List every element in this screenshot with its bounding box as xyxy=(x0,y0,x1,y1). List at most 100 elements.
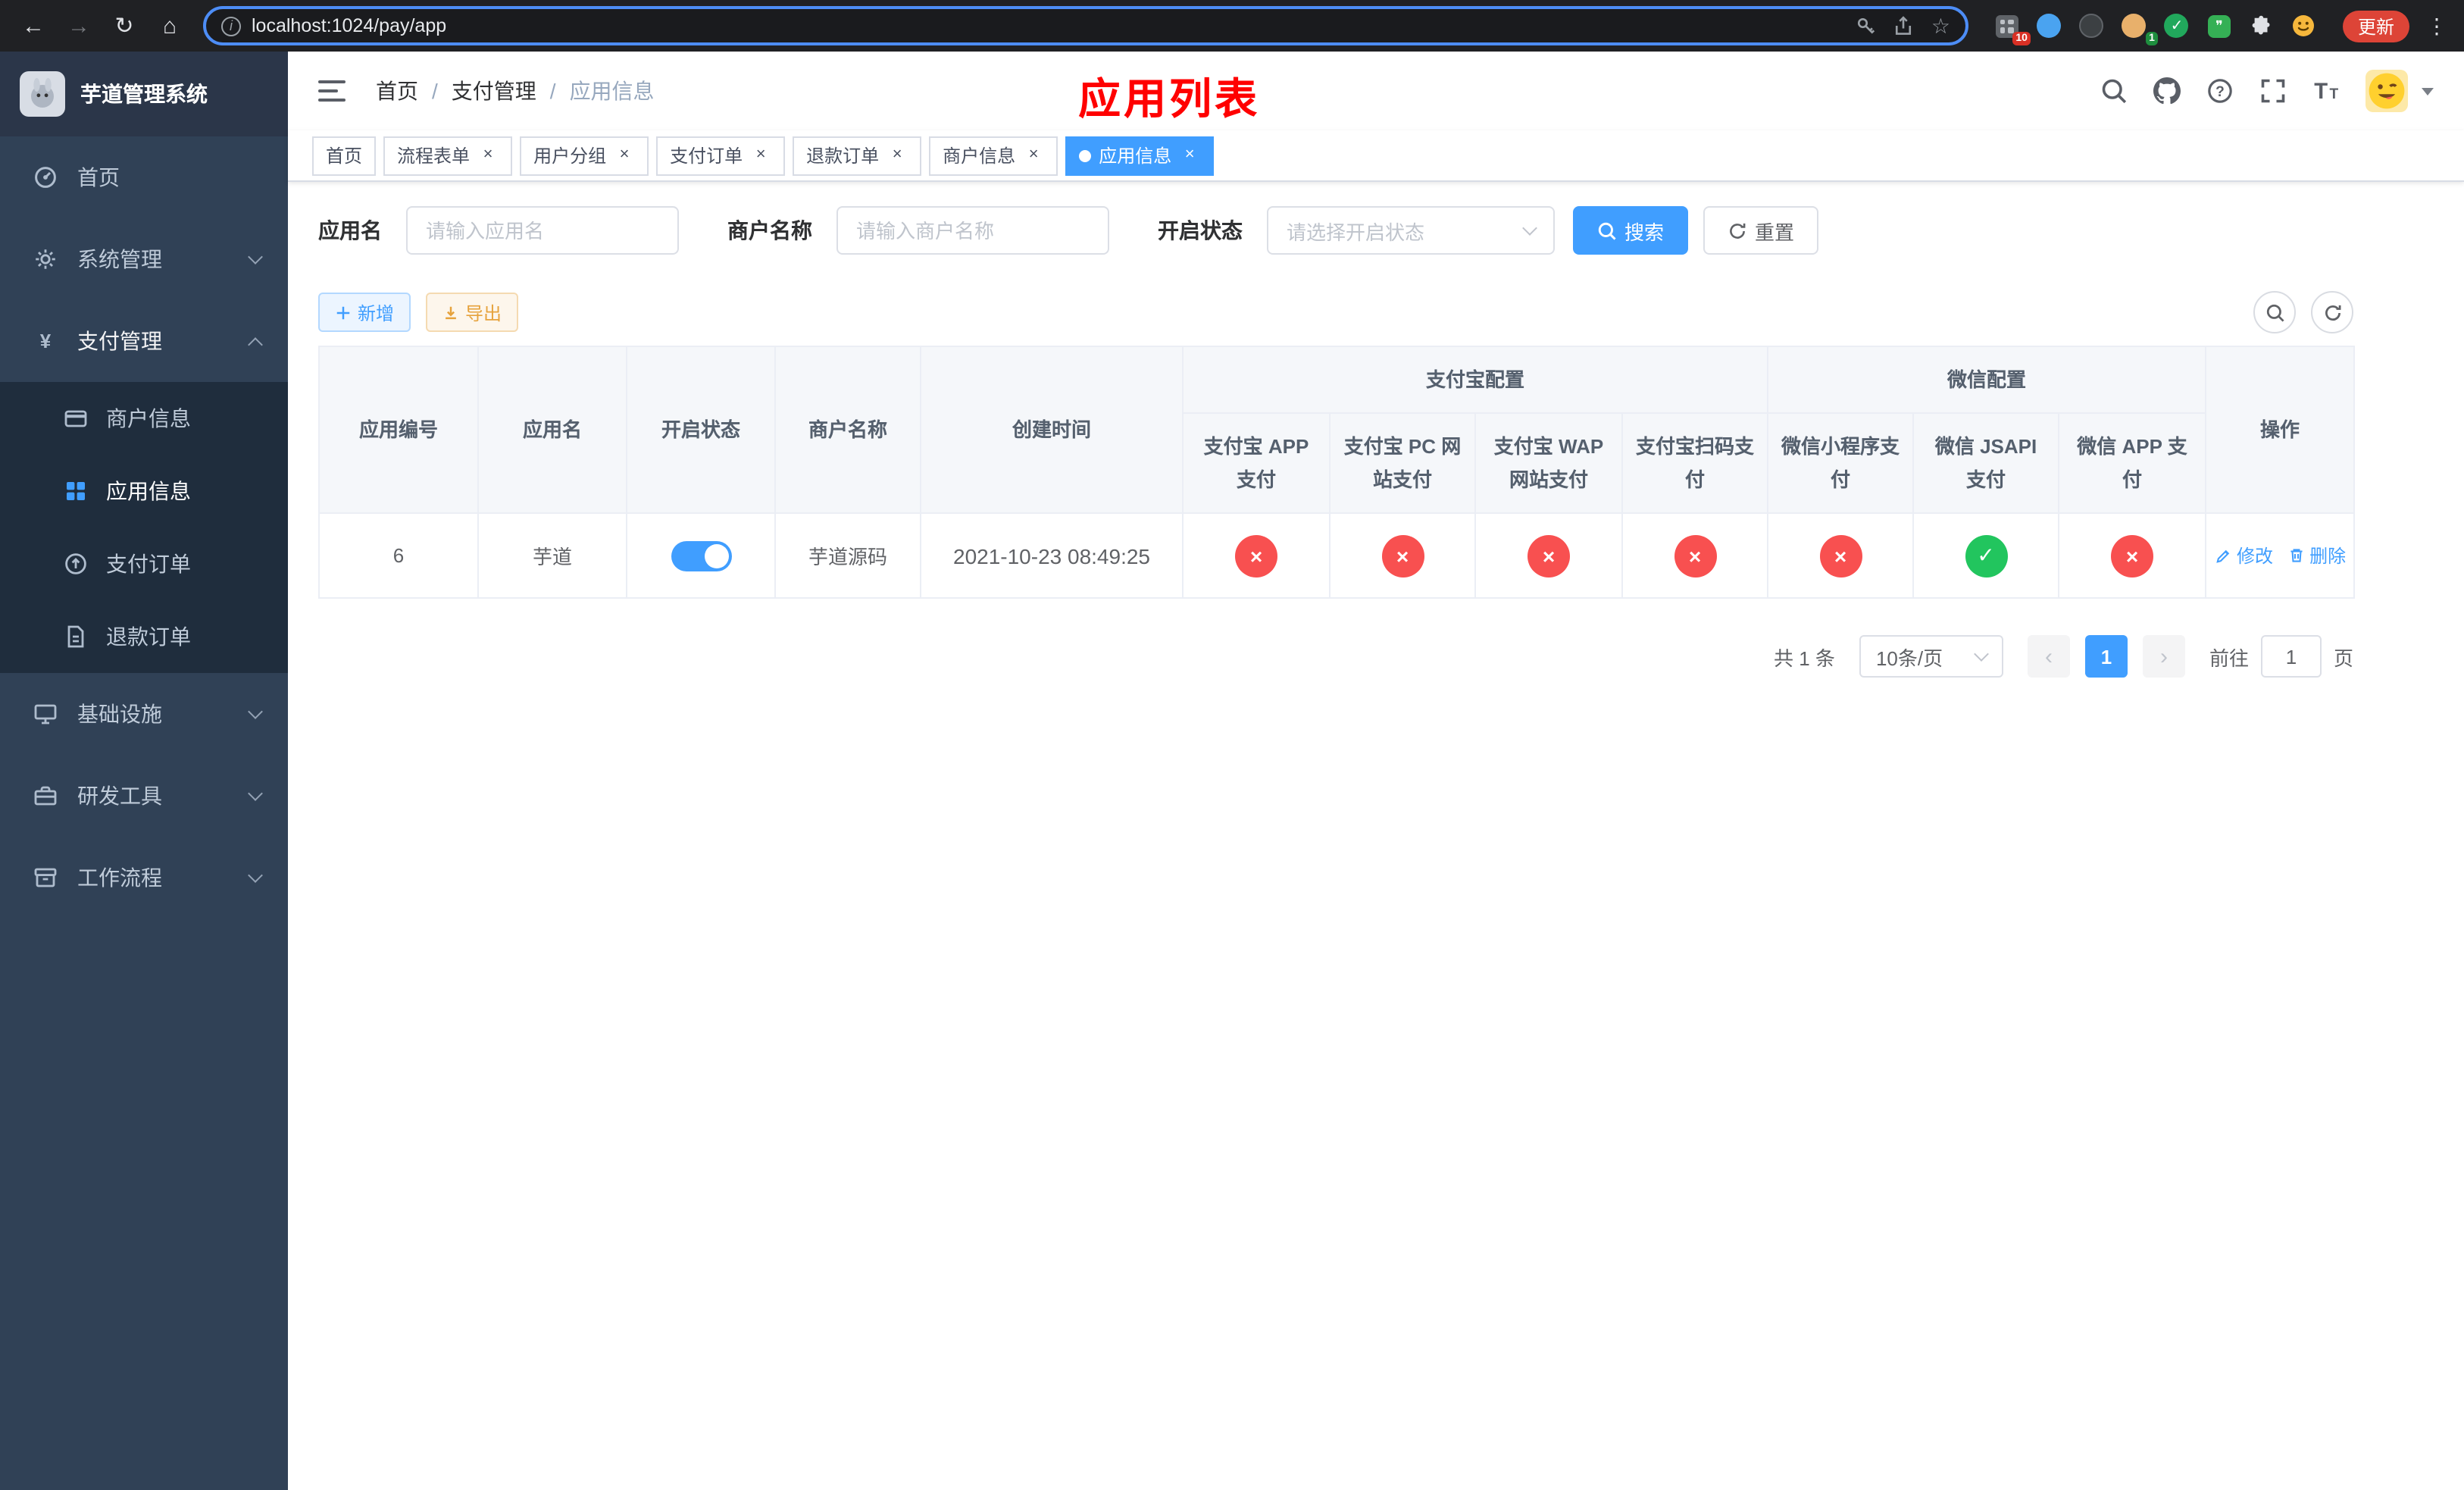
merchant-name-input[interactable] xyxy=(836,206,1109,255)
status-label: 开启状态 xyxy=(1158,218,1243,243)
close-icon[interactable]: × xyxy=(614,145,635,166)
extension-avatar-icon[interactable]: 1 xyxy=(2120,11,2158,45)
breadcrumb-payment[interactable]: 支付管理 xyxy=(452,76,536,106)
chevron-down-icon[interactable] xyxy=(2422,87,2434,95)
status-select[interactable]: 请选择开启状态 xyxy=(1267,206,1555,255)
tab-user-group[interactable]: 用户分组 × xyxy=(520,136,649,175)
close-icon[interactable]: × xyxy=(750,145,771,166)
refresh-button[interactable] xyxy=(2311,291,2353,333)
sidebar-item-app-info[interactable]: 应用信息 xyxy=(0,455,288,527)
cell-created: 2021-10-23 08:49:25 xyxy=(920,512,1184,599)
extension-grid-icon[interactable]: 10 xyxy=(1993,11,2031,45)
group-alipay-config: 支付宝配置 xyxy=(1181,346,1769,414)
tab-process-form[interactable]: 流程表单 × xyxy=(383,136,513,175)
table-header-group-row: 应用编号 应用名 开启状态 商户名称 创建时间 支付宝配置 微信配置 操作 xyxy=(318,346,2356,514)
page-size-select[interactable]: 10条/页 xyxy=(1859,635,2003,678)
sidebar-item-system[interactable]: 系统管理 xyxy=(0,218,288,300)
sidebar-item-label: 工作流程 xyxy=(77,866,162,890)
goto-page-input[interactable] xyxy=(2260,635,2322,678)
home-icon[interactable]: ⌂ xyxy=(149,5,191,47)
col-alipay-pc: 支付宝 PC 网站支付 xyxy=(1329,412,1476,514)
address-bar[interactable]: i localhost:1024/pay/app ☆ xyxy=(203,6,1968,45)
chevron-down-icon xyxy=(248,703,263,718)
toggle-search-button[interactable] xyxy=(2253,291,2296,333)
add-button[interactable]: 新增 xyxy=(318,293,411,332)
sidebar-item-merchant-info[interactable]: 商户信息 xyxy=(0,382,288,455)
top-navbar: 首页 / 支付管理 / 应用信息 应用列表 ? T T xyxy=(288,52,2464,130)
search-icon[interactable] xyxy=(2100,77,2128,105)
extension-blue-icon[interactable] xyxy=(2035,11,2064,40)
sidebar-item-label: 系统管理 xyxy=(77,247,162,271)
sidebar-item-label: 商户信息 xyxy=(106,406,191,430)
prev-page-button[interactable]: ‹ xyxy=(2027,635,2070,678)
tab-home[interactable]: 首页 xyxy=(312,136,377,175)
sidebar-item-workflow[interactable]: 工作流程 xyxy=(0,837,288,919)
key-icon[interactable] xyxy=(1856,15,1877,36)
delete-link[interactable]: 删除 xyxy=(2288,543,2346,568)
sidebar-item-infra[interactable]: 基础设施 xyxy=(0,673,288,755)
reload-icon[interactable]: ↻ xyxy=(103,5,145,47)
close-icon[interactable]: × xyxy=(1179,145,1200,166)
fullscreen-icon[interactable] xyxy=(2259,77,2287,105)
col-created: 创建时间 xyxy=(920,346,1184,514)
dashboard-icon xyxy=(33,165,58,189)
filter-form: 应用名 商户名称 开启状态 请选择开启状态 搜索 重置 xyxy=(318,206,2434,255)
sidebar-item-label: 应用信息 xyxy=(106,479,191,503)
browser-toolbar: ← → ↻ ⌂ i localhost:1024/pay/app ☆ 10 1 xyxy=(0,0,2464,52)
font-size-icon[interactable]: TT xyxy=(2312,77,2340,105)
site-info-icon[interactable]: i xyxy=(221,16,241,36)
alipay-scan-status-icon: × xyxy=(1674,534,1716,577)
breadcrumb-home[interactable]: 首页 xyxy=(376,76,418,106)
sidebar-item-devtools[interactable]: 研发工具 xyxy=(0,755,288,837)
sidebar-item-home[interactable]: 首页 xyxy=(0,136,288,218)
edit-link[interactable]: 修改 xyxy=(2215,543,2273,568)
user-avatar[interactable] xyxy=(2366,70,2408,112)
app-logo-row[interactable]: 芋道管理系统 xyxy=(0,52,288,136)
close-icon[interactable]: × xyxy=(477,145,499,166)
toolbox-icon xyxy=(33,784,58,808)
svg-text:T: T xyxy=(2314,80,2328,104)
status-toggle[interactable] xyxy=(671,540,731,571)
sidebar-item-label: 支付管理 xyxy=(77,329,162,353)
extension-chat-icon[interactable]: ❞ xyxy=(2205,11,2234,40)
archive-icon xyxy=(33,866,58,890)
extensions-puzzle-icon[interactable] xyxy=(2247,11,2276,40)
tags-view-bar: 首页 流程表单 × 用户分组 × 支付订单 × 退款订单 × 商户信息 × 应用信息 × xyxy=(288,130,2464,182)
tab-merchant-info[interactable]: 商户信息 × xyxy=(929,136,1058,175)
search-button[interactable]: 搜索 xyxy=(1573,206,1689,255)
tab-app-info[interactable]: 应用信息 × xyxy=(1065,136,1215,175)
tab-pay-order[interactable]: 支付订单 × xyxy=(656,136,786,175)
col-wechat-jsapi: 微信 JSAPI 支付 xyxy=(1912,412,2060,514)
hamburger-icon[interactable] xyxy=(318,80,346,102)
browser-menu-icon[interactable]: ⋮ xyxy=(2422,13,2452,39)
forward-icon[interactable]: → xyxy=(58,5,100,47)
github-icon[interactable] xyxy=(2153,77,2181,105)
app-name-input[interactable] xyxy=(406,206,679,255)
browser-update-button[interactable]: 更新 xyxy=(2342,10,2409,42)
bookmark-star-icon[interactable]: ☆ xyxy=(1931,13,1950,39)
extension-emoji-icon[interactable] xyxy=(2290,11,2319,40)
sidebar-item-refund-order[interactable]: 退款订单 xyxy=(0,600,288,673)
help-icon[interactable]: ? xyxy=(2206,77,2234,105)
reset-button[interactable]: 重置 xyxy=(1703,206,1819,255)
bank-card-icon xyxy=(64,406,88,430)
tab-refund-order[interactable]: 退款订单 × xyxy=(793,136,922,175)
url-text[interactable]: localhost:1024/pay/app xyxy=(252,15,446,36)
share-icon[interactable] xyxy=(1893,15,1915,36)
extension-dark-icon[interactable] xyxy=(2078,11,2106,40)
col-merchant: 商户名称 xyxy=(774,346,921,514)
next-page-button[interactable]: › xyxy=(2142,635,2185,678)
back-icon[interactable]: ← xyxy=(12,5,55,47)
alipay-wap-status-icon: × xyxy=(1527,534,1570,577)
close-icon[interactable]: × xyxy=(886,145,908,166)
page-number-1[interactable]: 1 xyxy=(2084,635,2128,678)
col-app-id: 应用编号 xyxy=(318,346,479,514)
close-icon[interactable]: × xyxy=(1023,145,1044,166)
group-wechat-config: 微信配置 xyxy=(1767,346,2207,414)
sidebar-item-pay-order[interactable]: 支付订单 xyxy=(0,527,288,600)
col-app-name: 应用名 xyxy=(477,346,627,514)
sidebar-item-payment[interactable]: ¥ 支付管理 xyxy=(0,300,288,382)
extension-green-check-icon[interactable]: ✓ xyxy=(2162,11,2191,40)
app-logo xyxy=(20,71,65,117)
export-button[interactable]: 导出 xyxy=(426,293,519,332)
